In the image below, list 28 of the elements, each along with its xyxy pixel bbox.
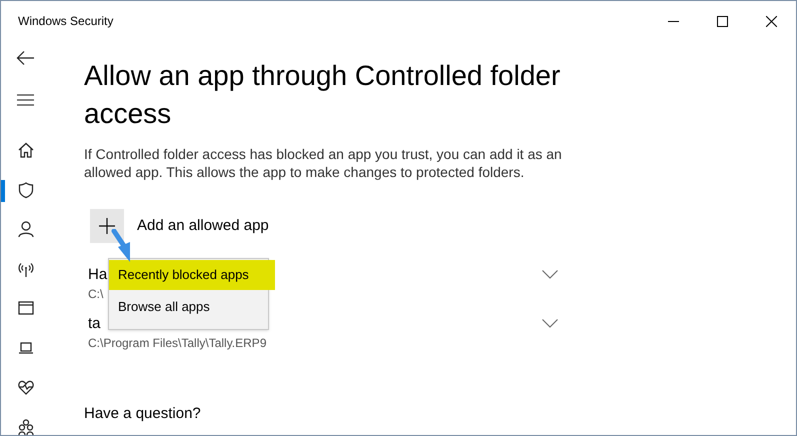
close-icon[interactable]: [766, 16, 777, 26]
window-title: Windows Security: [18, 13, 114, 30]
window-icon[interactable]: [18, 300, 34, 318]
menu-icon[interactable]: [17, 94, 34, 106]
people-icon[interactable]: [18, 418, 34, 435]
antenna-icon[interactable]: [18, 260, 34, 278]
shield-icon[interactable]: [18, 182, 34, 199]
app-name: Ha: [88, 266, 108, 284]
chevron-down-icon[interactable]: [542, 270, 558, 279]
back-icon[interactable]: [16, 51, 34, 65]
maximize-icon[interactable]: [717, 16, 728, 26]
home-icon[interactable]: [18, 142, 34, 160]
help-heading: Have a question?: [84, 404, 202, 424]
heart-icon[interactable]: [18, 379, 34, 396]
app-path: C:\Program Files\Tally\Tally.ERP9: [88, 335, 266, 351]
add-button[interactable]: [90, 209, 124, 243]
chevron-down-icon[interactable]: [542, 319, 558, 328]
plus-icon: [99, 218, 115, 234]
description-text: If Controlled folder access has blocked an app you trust, you can add it as an allowed app. This allows the app to make changes to protected folders.: [84, 145, 563, 181]
app-name: ta: [88, 315, 101, 333]
page-heading: Allow an app through Controlled folder access: [84, 59, 562, 131]
menu-item[interactable]: Recently blocked apps: [109, 260, 275, 290]
app-path: C:\: [88, 286, 104, 302]
person-icon[interactable]: [18, 221, 34, 238]
selection-indicator: [1, 180, 5, 202]
minimize-icon[interactable]: [668, 20, 679, 22]
menu-item[interactable]: Browse all apps: [109, 290, 275, 323]
add-app-label[interactable]: Add an allowed app: [137, 214, 269, 238]
